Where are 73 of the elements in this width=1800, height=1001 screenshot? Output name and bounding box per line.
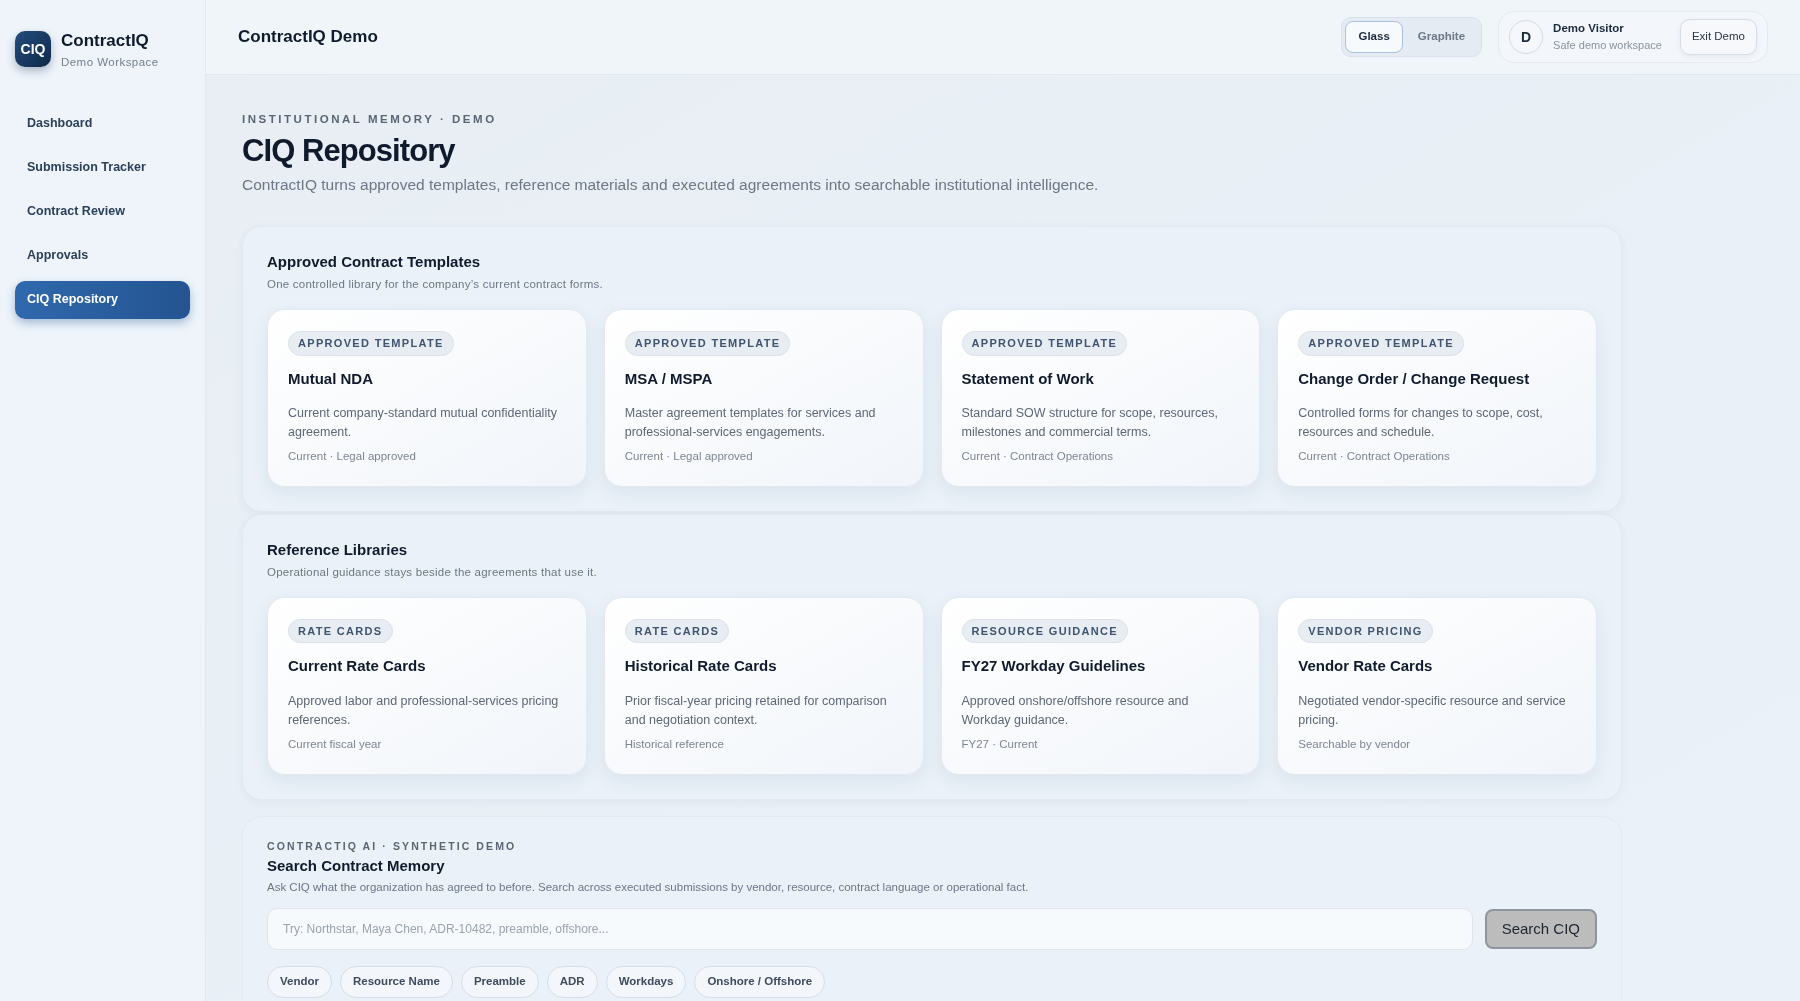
category-tag: RATE CARDS (288, 618, 393, 644)
nav-item[interactable]: Contract Review (15, 192, 190, 231)
card[interactable]: VENDOR PRICING Vendor Rate Cards Negotiated vendor-specific resource and service pricing. Searchable by vendor (1277, 596, 1597, 775)
filter-chip[interactable]: Workdays (605, 966, 687, 998)
category-tag: APPROVED TEMPLATE (624, 331, 791, 356)
filter-chip[interactable]: Preamble (460, 966, 539, 998)
card[interactable]: APPROVED TEMPLATE Statement of Work Standard SOW structure for scope, resources, milestones and commercial terms. Current · Contract Operations (940, 309, 1261, 487)
logo: CIQ (15, 31, 51, 68)
card-meta: Current · Contract Operations (961, 449, 1114, 464)
section-title: Reference Libraries (267, 540, 409, 560)
category-tag: APPROVED TEMPLATE (1298, 331, 1464, 356)
card-meta: Current · Legal approved (624, 449, 754, 464)
card-meta: Current fiscal year (288, 736, 383, 752)
card[interactable]: APPROVED TEMPLATE Mutual NDA Current company-standard mutual confidentiality agreement. Current · Legal approved (267, 309, 587, 487)
card-description: Approved onshore/offshore resource and Workday guidance. (961, 692, 1190, 729)
card-meta: Historical reference (624, 736, 725, 752)
card-description: Negotiated vendor-specific resource and service pricing. (1298, 692, 1567, 729)
section-title: Approved Contract Templates (267, 252, 482, 273)
card[interactable]: RATE CARDS Current Rate Cards Approved labor and professional-services pricing references. Current fiscal year (267, 596, 587, 775)
card-title: Change Order / Change Request (1298, 368, 1531, 389)
card-title: Statement of Work (961, 368, 1095, 389)
card-meta: Current · Legal approved (288, 449, 417, 464)
category-tag: RESOURCE GUIDANCE (961, 618, 1128, 644)
card[interactable]: APPROVED TEMPLATE MSA / MSPA Master agreement templates for services and professional-services engagements. Current · Legal approved (603, 309, 924, 487)
search-title: Search Contract Memory (267, 855, 446, 876)
page-eyebrow: INSTITUTIONAL MEMORY · DEMO (242, 112, 498, 127)
card-meta: Current · Contract Operations (1298, 449, 1451, 464)
card-description: Approved labor and professional-services pricing references. (288, 692, 560, 729)
category-tag: RATE CARDS (624, 618, 730, 644)
category-tag: APPROVED TEMPLATE (961, 331, 1128, 356)
card-title: Historical Rate Cards (624, 656, 778, 677)
filter-chip[interactable]: Onshore / Offshore (694, 966, 826, 998)
nav-item[interactable]: Dashboard (15, 104, 190, 143)
filter-chip[interactable]: Resource Name (340, 966, 453, 998)
brand-name: ContractIQ (61, 30, 150, 52)
card-title: FY27 Workday Guidelines (961, 656, 1147, 677)
category-tag: VENDOR PRICING (1298, 618, 1433, 644)
card-description: Standard SOW structure for scope, resources, milestones and commercial terms. (961, 405, 1219, 441)
user-name: Demo Visitor (1553, 21, 1625, 37)
card-title: Vendor Rate Cards (1298, 656, 1434, 677)
page-description: ContractIQ turns approved templates, reference materials and executed agreements into searchable institutional intelligence. (242, 175, 1100, 196)
card-description: Current company-standard mutual confidentiality agreement. (288, 405, 558, 441)
card-title: MSA / MSPA (624, 368, 714, 389)
card[interactable]: RESOURCE GUIDANCE FY27 Workday Guidelines Approved onshore/offshore resource and Workday guidance. FY27 · Current (940, 596, 1261, 775)
brand-subtitle: Demo Workspace (61, 54, 159, 70)
section-subtitle: Operational guidance stays beside the agreements that use it. (267, 564, 598, 580)
section-subtitle: One controlled library for the company’s current contract forms. (267, 276, 604, 292)
avatar: D (1509, 20, 1544, 54)
theme-option[interactable]: Graphite (1404, 21, 1479, 53)
search-button[interactable]: Search CIQ (1484, 909, 1597, 950)
card[interactable]: RATE CARDS Historical Rate Cards Prior fiscal-year pricing retained for comparison and negotiation context. Historical reference (603, 596, 924, 775)
filter-chip[interactable]: Vendor (267, 966, 332, 998)
card-title: Current Rate Cards (288, 656, 427, 677)
exit-demo-button[interactable]: Exit Demo (1679, 19, 1757, 55)
nav-item[interactable]: Submission Tracker (15, 148, 190, 187)
filter-chip[interactable]: ADR (546, 966, 598, 998)
search-eyebrow: CONTRACTIQ AI · SYNTHETIC DEMO (267, 838, 518, 854)
card-description: Master agreement templates for services and professional-services engagements. (624, 405, 877, 441)
theme-option[interactable]: Glass (1345, 21, 1403, 53)
search-description: Ask CIQ what the organization has agreed to before. Search across executed submissions by vendor, resource, contract language or operational fact. (267, 880, 1030, 895)
card-meta: FY27 · Current (961, 736, 1039, 752)
page-title: CIQ Repository (242, 132, 456, 171)
page-header-title: ContractIQ Demo (238, 26, 378, 49)
card-description: Controlled forms for changes to scope, cost, resources and schedule. (1298, 405, 1544, 441)
search-field[interactable]: Try: Northstar, Maya Chen, ADR-10482, preamble, offshore... (267, 908, 1473, 951)
card-description: Prior fiscal-year pricing retained for comparison and negotiation context. (624, 692, 888, 729)
nav-item[interactable]: Approvals (15, 236, 190, 275)
card[interactable]: APPROVED TEMPLATE Change Order / Change Request Controlled forms for changes to scope, cost, resources and schedule. Current · Contract Operations (1277, 309, 1597, 487)
category-tag: APPROVED TEMPLATE (288, 331, 454, 356)
user-subtitle: Safe demo workspace (1553, 38, 1662, 54)
nav-item[interactable]: CIQ Repository (15, 280, 190, 319)
card-title: Mutual NDA (288, 368, 374, 389)
card-meta: Searchable by vendor (1298, 736, 1412, 752)
